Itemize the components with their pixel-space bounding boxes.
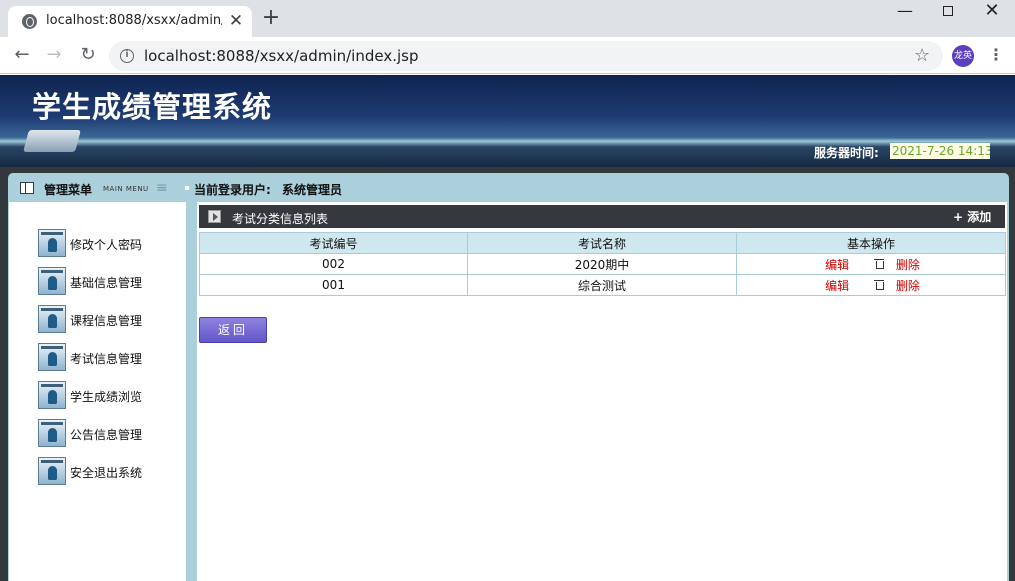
- tab-title: localhost:8088/xsxx/admin/index.jsp: [46, 13, 222, 28]
- window-close-button[interactable]: ✕: [969, 0, 1015, 24]
- browser-menu-icon[interactable]: ⋮: [988, 45, 1004, 67]
- cell-exam-name: 综合测试: [467, 274, 737, 296]
- browser-tab[interactable]: localhost:8088/xsxx/admin/index.jsp ✕: [8, 6, 252, 37]
- trash-icon: [873, 258, 886, 270]
- forward-arrow-icon[interactable]: →: [44, 45, 64, 65]
- sidebar-item-label[interactable]: 学生成绩浏览: [70, 388, 142, 405]
- browser-tab-bar: localhost:8088/xsxx/admin/index.jsp ✕ + …: [0, 0, 1015, 37]
- table-header-row: 考试编号 考试名称 基本操作: [199, 232, 1006, 254]
- sidebar-item-logout[interactable]: 安全退出系统: [38, 457, 178, 485]
- sidebar-item-label[interactable]: 基础信息管理: [70, 274, 142, 291]
- reload-icon[interactable]: ↻: [78, 45, 98, 65]
- edit-link[interactable]: 编辑: [822, 277, 852, 294]
- sidebar-item-label[interactable]: 安全退出系统: [70, 464, 142, 481]
- back-button[interactable]: 返回: [199, 317, 267, 343]
- menu-toggle-icon[interactable]: ≡: [156, 181, 168, 195]
- user-icon: [38, 343, 66, 371]
- menu-subtitle: MAIN MENU: [103, 185, 149, 193]
- column-header-name: 考试名称: [467, 232, 737, 254]
- sidebar-item-label[interactable]: 考试信息管理: [70, 350, 142, 367]
- add-button[interactable]: + 添加: [953, 208, 991, 225]
- sidebar-item-label[interactable]: 修改个人密码: [70, 236, 142, 253]
- sidebar: 修改个人密码 基础信息管理 课程信息管理 考试信息管理 学生成绩浏览 公告信息管…: [9, 202, 186, 581]
- server-time-label: 服务器时间:: [814, 146, 879, 160]
- monitor-icon: [23, 130, 81, 152]
- server-time-value: 2021-7-26 14:13:3: [890, 143, 990, 159]
- user-icon: [38, 267, 66, 295]
- column-header-actions: 基本操作: [736, 232, 1006, 254]
- maximize-icon: [943, 6, 953, 16]
- sidebar-item-exam-info[interactable]: 考试信息管理: [38, 343, 178, 371]
- app-banner: 学生成绩管理系统 服务器时间: 2021-7-26 14:13:3: [0, 75, 1015, 167]
- maximize-button[interactable]: [925, 0, 971, 24]
- sidebar-item-score-browse[interactable]: 学生成绩浏览: [38, 381, 178, 409]
- user-icon: [38, 229, 66, 257]
- delete-link[interactable]: 删除: [896, 258, 920, 272]
- sidebar-item-announcements[interactable]: 公告信息管理: [38, 419, 178, 447]
- column-header-id: 考试编号: [199, 232, 468, 254]
- new-tab-button[interactable]: +: [260, 7, 282, 30]
- cell-exam-name: 2020期中: [467, 253, 737, 275]
- main-frame: 管理菜单 MAIN MENU ≡ 当前登录用户: 系统管理员 修改个人密码 基础…: [0, 167, 1015, 581]
- browser-toolbar: ← → ↻ i localhost:8088/xsxx/admin/index.…: [0, 37, 1015, 74]
- table-row: 002 2020期中 编辑 删除: [199, 253, 1006, 275]
- edit-link[interactable]: 编辑: [822, 256, 852, 273]
- bullet-icon: [185, 186, 189, 190]
- sidebar-item-basic-info[interactable]: 基础信息管理: [38, 267, 178, 295]
- content-area: 考试分类信息列表 + 添加 考试编号 考试名称 基本操作 002 2020期中: [197, 202, 1007, 581]
- bookmark-star-icon[interactable]: ☆: [914, 45, 930, 66]
- minimize-button[interactable]: —: [882, 0, 928, 24]
- url-text[interactable]: localhost:8088/xsxx/admin/index.jsp: [144, 47, 418, 65]
- back-arrow-icon[interactable]: ←: [12, 45, 32, 65]
- sidebar-item-label[interactable]: 公告信息管理: [70, 426, 142, 443]
- list-header: 考试分类信息列表 + 添加: [199, 205, 1005, 228]
- sidebar-item-change-password[interactable]: 修改个人密码: [38, 229, 178, 257]
- user-icon: [38, 419, 66, 447]
- sidebar-item-label[interactable]: 课程信息管理: [70, 312, 142, 329]
- user-icon: [38, 305, 66, 333]
- table-row: 001 综合测试 编辑 删除: [199, 274, 1006, 296]
- menu-title: 管理菜单: [44, 183, 93, 197]
- delete-link[interactable]: 删除: [896, 279, 920, 293]
- list-title: 考试分类信息列表: [232, 212, 329, 226]
- trash-icon: [873, 279, 886, 291]
- profile-avatar[interactable]: 龙英: [952, 45, 974, 67]
- play-icon: [208, 210, 221, 223]
- app-title: 学生成绩管理系统: [32, 90, 273, 124]
- login-label: 当前登录用户:: [194, 183, 271, 197]
- user-icon: [38, 457, 66, 485]
- sidebar-item-course-info[interactable]: 课程信息管理: [38, 305, 178, 333]
- cell-actions: 编辑 删除: [736, 274, 1006, 296]
- exam-category-table: 考试编号 考试名称 基本操作 002 2020期中 编辑 删除 001 综合测试…: [199, 232, 1006, 296]
- login-user: 系统管理员: [282, 183, 343, 197]
- close-tab-icon[interactable]: ✕: [227, 12, 245, 30]
- menu-panel-icon: [20, 182, 34, 194]
- info-icon[interactable]: i: [120, 49, 134, 63]
- user-icon: [38, 381, 66, 409]
- address-bar[interactable]: i localhost:8088/xsxx/admin/index.jsp ☆: [109, 41, 943, 71]
- cell-exam-id: 002: [199, 253, 468, 275]
- cell-actions: 编辑 删除: [736, 253, 1006, 275]
- globe-icon: [22, 14, 37, 29]
- cell-exam-id: 001: [199, 274, 468, 296]
- frame-panel: 管理菜单 MAIN MENU ≡ 当前登录用户: 系统管理员 修改个人密码 基础…: [8, 173, 1009, 581]
